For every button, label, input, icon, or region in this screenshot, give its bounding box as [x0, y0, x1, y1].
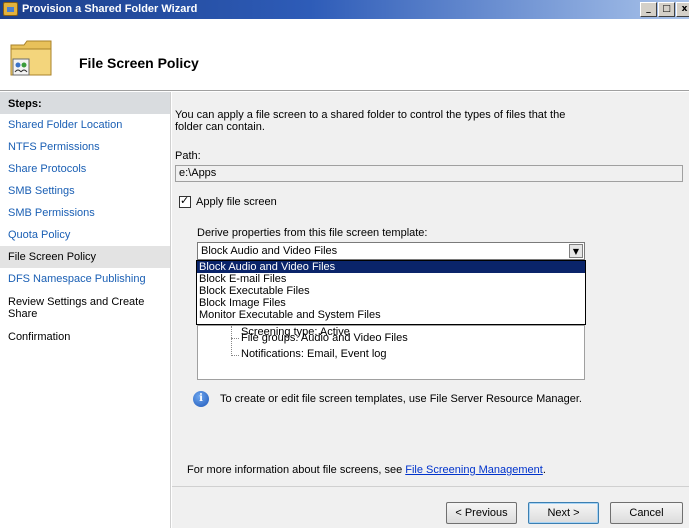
step-ntfs-permissions[interactable]: NTFS Permissions — [0, 136, 170, 158]
notifications-prop: Notifications: Email, Event log — [241, 348, 387, 360]
path-field: e:\Apps — [175, 165, 683, 182]
maximize-button[interactable]: □ — [658, 2, 675, 17]
step-smb-settings[interactable]: SMB Settings — [0, 180, 170, 202]
title-bar: Provision a Shared Folder Wizard _ □ x — [0, 0, 689, 19]
template-option[interactable]: Monitor Executable and System Files — [197, 309, 585, 321]
steps-heading: Steps: — [0, 92, 170, 114]
more-info-suffix: . — [542, 464, 546, 476]
folder-share-icon — [10, 40, 52, 76]
main-panel: You can apply a file screen to a shared … — [172, 92, 689, 528]
template-option[interactable]: Block Audio and Video Files — [197, 261, 585, 273]
path-label: Path: — [175, 150, 201, 162]
close-button[interactable]: x — [676, 2, 689, 17]
template-option[interactable]: Block Image Files — [197, 297, 585, 309]
template-option[interactable]: Block Executable Files — [197, 285, 585, 297]
tree-branch — [231, 338, 239, 339]
tree-line — [231, 326, 232, 356]
apply-file-screen-checkbox[interactable] — [179, 194, 191, 208]
step-confirmation: Confirmation — [8, 331, 71, 343]
step-review-settings: Review Settings and Create Share — [8, 296, 145, 320]
page-title: File Screen Policy — [79, 55, 199, 71]
steps-panel: Steps: Shared Folder Location NTFS Permi… — [0, 92, 171, 528]
more-info-prefix: For more information about file screens,… — [187, 464, 406, 476]
previous-button[interactable]: < Previous — [446, 502, 517, 524]
more-info-text: For more information about file screens,… — [187, 464, 546, 476]
info-text: To create or edit file screen templates,… — [220, 393, 582, 405]
step-file-screen-policy: File Screen Policy — [0, 246, 170, 268]
chevron-down-icon[interactable]: ▼ — [569, 244, 583, 258]
info-icon: i — [193, 391, 209, 407]
wizard-header: File Screen Policy — [0, 19, 689, 91]
wizard-app-icon — [3, 2, 18, 16]
template-label: Derive properties from this file screen … — [197, 227, 428, 239]
template-selected-value: Block Audio and Video Files — [201, 245, 338, 257]
template-option[interactable]: Block E-mail Files — [197, 273, 585, 285]
apply-file-screen-option[interactable]: Apply file screen — [179, 194, 277, 208]
tree-branch — [231, 355, 239, 356]
description-text: You can apply a file screen to a shared … — [175, 109, 566, 133]
file-groups-prop: File groups: Audio and Video Files — [241, 332, 408, 344]
minimize-button[interactable]: _ — [640, 2, 657, 17]
template-dropdown-list[interactable]: Block Audio and Video Files Block E-mail… — [196, 260, 586, 325]
step-shared-folder-location[interactable]: Shared Folder Location — [0, 114, 170, 136]
step-dfs-namespace-publishing[interactable]: DFS Namespace Publishing — [0, 268, 170, 290]
step-quota-policy[interactable]: Quota Policy — [0, 224, 170, 246]
step-share-protocols[interactable]: Share Protocols — [0, 158, 170, 180]
template-properties-box: Screening type: Active File groups: Audi… — [197, 325, 585, 380]
cancel-button[interactable]: Cancel — [610, 502, 683, 524]
button-bar: < Previous Next > Cancel — [172, 486, 689, 528]
apply-file-screen-label: Apply file screen — [196, 196, 277, 208]
template-select[interactable]: Block Audio and Video Files ▼ — [197, 242, 585, 260]
window-title: Provision a Shared Folder Wizard — [22, 3, 198, 15]
next-button[interactable]: Next > — [528, 502, 599, 524]
info-message: i To create or edit file screen template… — [193, 391, 582, 407]
window-controls: _ □ x — [640, 2, 689, 17]
file-screening-management-link[interactable]: File Screening Management — [405, 464, 543, 476]
step-smb-permissions[interactable]: SMB Permissions — [0, 202, 170, 224]
